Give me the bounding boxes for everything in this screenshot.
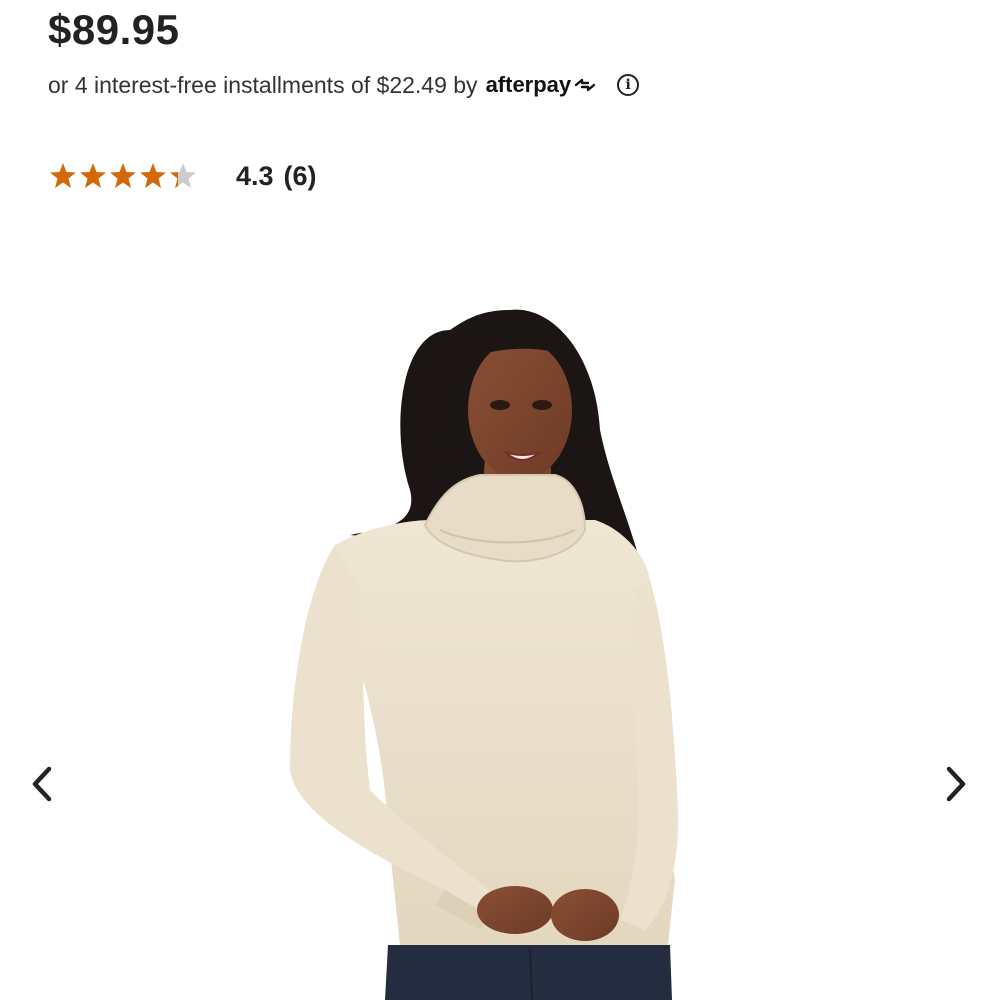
star-filled-icon xyxy=(80,163,106,188)
rating-value: 4.3 xyxy=(236,160,274,191)
chevron-right-icon[interactable] xyxy=(936,760,976,808)
product-price: $89.95 xyxy=(48,6,180,53)
afterpay-logo: afterpay xyxy=(486,72,598,98)
star-filled-icon xyxy=(140,163,166,188)
star-filled-icon xyxy=(110,163,136,188)
info-circle-icon[interactable]: i xyxy=(617,74,640,96)
star-partial-icon xyxy=(170,163,196,188)
chevron-left-icon[interactable] xyxy=(22,760,62,808)
star-rating xyxy=(48,161,198,191)
rating-summary[interactable]: 4.3 (6) xyxy=(48,158,317,194)
installments-text: or 4 interest-free installments of $22.4… xyxy=(48,71,478,98)
afterpay-logo-text: afterpay xyxy=(485,72,572,97)
installments-info: or 4 interest-free installments of $22.4… xyxy=(48,70,640,100)
star-filled-icon xyxy=(50,163,76,188)
product-image xyxy=(290,309,679,1000)
afterpay-arrows-icon xyxy=(574,78,596,92)
review-count[interactable]: (6) xyxy=(284,161,317,192)
